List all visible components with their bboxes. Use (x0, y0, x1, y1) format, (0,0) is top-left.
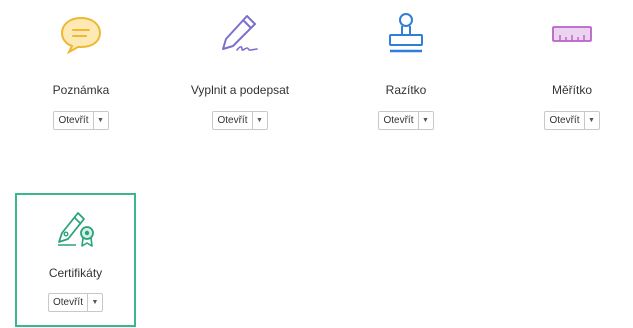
open-button[interactable]: Otevřít (54, 112, 94, 129)
tool-fill-sign[interactable]: Vyplnit a podepsat Otevřít ▼ (175, 8, 305, 130)
stamp-icon (341, 8, 471, 60)
tool-label: Měřítko (551, 83, 592, 97)
open-button-group: Otevřít ▼ (544, 111, 600, 130)
tool-label: Poznámka (52, 83, 110, 97)
ruler-icon (507, 8, 633, 60)
chevron-down-icon[interactable]: ▼ (94, 112, 108, 129)
fill-sign-icon (175, 8, 305, 60)
tool-comment[interactable]: Poznámka Otevřít ▼ (16, 8, 146, 130)
open-button-group: Otevřít ▼ (378, 111, 434, 130)
open-button[interactable]: Otevřít (49, 294, 88, 311)
certificate-icon (17, 209, 134, 249)
open-button-group: Otevřít ▼ (212, 111, 268, 130)
tool-label: Certifikáty (48, 266, 103, 280)
comment-icon (16, 8, 146, 60)
chevron-down-icon[interactable]: ▼ (253, 112, 267, 129)
tool-measure[interactable]: Měřítko Otevřít ▼ (507, 8, 633, 130)
open-button[interactable]: Otevřít (379, 112, 419, 129)
tool-stamp[interactable]: Razítko Otevřít ▼ (341, 8, 471, 130)
open-button[interactable]: Otevřít (545, 112, 585, 129)
tool-certificates[interactable]: Certifikáty Otevřít ▼ (15, 193, 136, 327)
open-button-group: Otevřít ▼ (47, 293, 103, 312)
chevron-down-icon[interactable]: ▼ (88, 294, 102, 311)
tool-label: Razítko (385, 83, 427, 97)
open-button[interactable]: Otevřít (213, 112, 253, 129)
chevron-down-icon[interactable]: ▼ (419, 112, 433, 129)
tool-label: Vyplnit a podepsat (190, 83, 290, 97)
chevron-down-icon[interactable]: ▼ (585, 112, 599, 129)
open-button-group: Otevřít ▼ (53, 111, 109, 130)
